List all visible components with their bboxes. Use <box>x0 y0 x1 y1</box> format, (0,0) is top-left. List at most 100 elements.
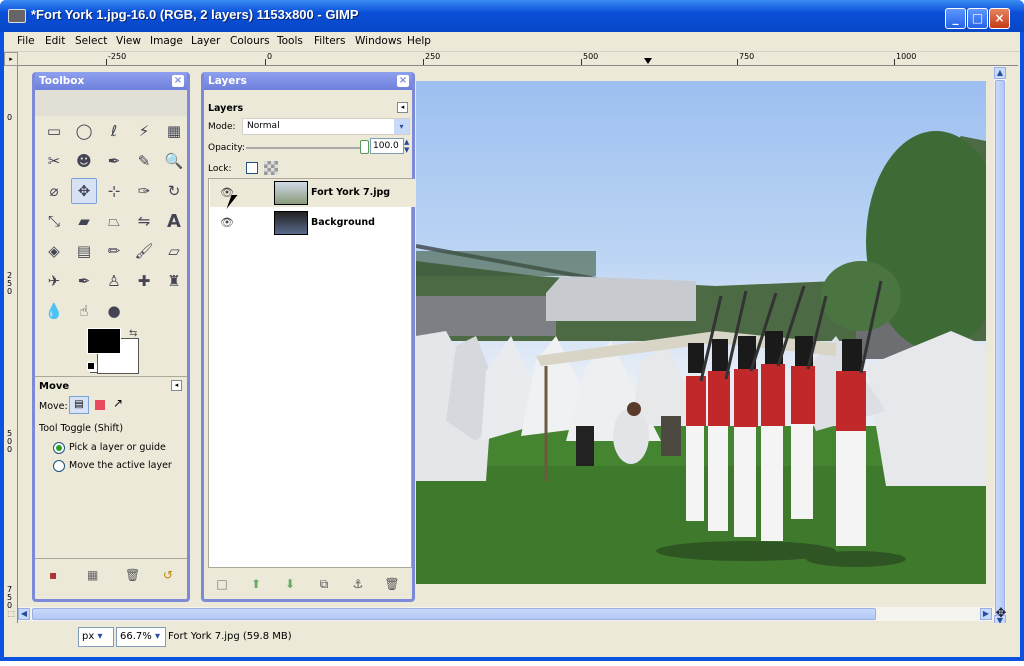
minimize-button[interactable]: _ <box>945 8 966 29</box>
opacity-slider-track[interactable] <box>246 147 364 149</box>
crop-icon[interactable]: ✑ <box>131 178 157 204</box>
navigate-icon[interactable]: ✥ <box>994 607 1008 621</box>
vertical-scroll-thumb[interactable] <box>995 80 1005 615</box>
image-canvas[interactable] <box>416 81 986 584</box>
scroll-left-icon[interactable]: ◀ <box>18 608 30 620</box>
default-colors-icon[interactable] <box>87 362 95 370</box>
layers-button-bar: □ ⬆ ⬇ ⧉ ⚓ 🗑 <box>204 570 412 600</box>
menu-select[interactable]: Select <box>75 35 107 47</box>
paths-icon[interactable]: ✒ <box>101 148 127 174</box>
flip-icon[interactable]: ⇋ <box>131 208 157 234</box>
foreground-select-icon[interactable]: ☻ <box>71 148 97 174</box>
swap-colors-icon[interactable]: ⇆ <box>129 328 137 339</box>
layer-name[interactable]: Background <box>311 217 375 228</box>
pick-layer-radio[interactable] <box>53 442 65 454</box>
delete-options-icon[interactable]: 🗑 <box>125 568 140 582</box>
menu-tools[interactable]: Tools <box>277 35 303 47</box>
blend-icon[interactable]: ▤ <box>71 238 97 264</box>
airbrush-icon[interactable]: ✈ <box>41 268 67 294</box>
dodge-burn-icon[interactable]: ● <box>101 298 127 324</box>
menu-layer[interactable]: Layer <box>191 35 220 47</box>
save-options-icon[interactable]: ▪ <box>49 568 57 582</box>
eraser-icon[interactable]: ▱ <box>161 238 187 264</box>
opacity-slider-thumb[interactable] <box>360 140 369 154</box>
layers-dock: Layers × Layers ◂ Mode: Normal ▾ Opacity… <box>201 72 416 602</box>
bucket-fill-icon[interactable]: ◈ <box>41 238 67 264</box>
new-layer-icon[interactable]: □ <box>214 577 230 593</box>
zoom-fit-icon[interactable]: ⬚ <box>4 607 18 621</box>
scroll-right-icon[interactable]: ▶ <box>980 608 992 620</box>
menu-view[interactable]: View <box>116 35 141 47</box>
heal-icon[interactable]: ✚ <box>131 268 157 294</box>
eye-icon[interactable]: 👁 <box>220 216 234 229</box>
layers-list[interactable]: 👁 Fort York 7.jpg 👁 Background <box>208 178 416 568</box>
mode-value: Normal <box>247 121 280 131</box>
tool-options-menu-icon[interactable]: ◂ <box>171 380 182 391</box>
lasso-icon[interactable]: ℓ <box>101 118 127 144</box>
menu-image[interactable]: Image <box>150 35 183 47</box>
rotate-icon[interactable]: ↻ <box>161 178 187 204</box>
perspective-clone-icon[interactable]: ♜ <box>161 268 187 294</box>
opacity-input[interactable]: 100.0 <box>370 138 404 154</box>
lower-layer-icon[interactable]: ⬇ <box>282 577 298 593</box>
ellipse-select-icon[interactable]: ◯ <box>71 118 97 144</box>
color-picker-icon[interactable]: ✎ <box>131 148 157 174</box>
color-select-icon[interactable]: ▦ <box>161 118 187 144</box>
menu-help[interactable]: Help <box>407 35 431 47</box>
move-active-layer-radio[interactable] <box>53 460 65 472</box>
close-button[interactable]: × <box>989 8 1010 29</box>
perspective-icon[interactable]: ⏢ <box>101 208 127 234</box>
measure-icon[interactable]: ⌀ <box>41 178 67 204</box>
layer-row-background[interactable]: 👁 Background <box>210 209 416 237</box>
opacity-spin-icon[interactable]: ▲ ▼ <box>404 138 409 154</box>
align-icon[interactable]: ⊹ <box>101 178 127 204</box>
restore-options-icon[interactable]: ▦ <box>87 568 98 582</box>
menu-file[interactable]: File <box>17 35 35 47</box>
layer-row-fort-york[interactable]: 👁 Fort York 7.jpg <box>210 179 416 207</box>
toolbox-close-icon[interactable]: × <box>172 75 184 87</box>
pencil-icon[interactable]: ✏ <box>101 238 127 264</box>
raise-layer-icon[interactable]: ⬆ <box>248 577 264 593</box>
menu-filters[interactable]: Filters <box>314 35 345 47</box>
unit-select[interactable]: px ▾ <box>78 627 114 647</box>
text-icon[interactable]: A <box>161 208 187 234</box>
zoom-select[interactable]: 66.7% ▾ <box>116 627 166 647</box>
scale-icon[interactable]: ⤡ <box>41 208 67 234</box>
move-layer-mode-icon[interactable]: ▤ <box>69 396 89 414</box>
opacity-label: Opacity: <box>208 143 245 153</box>
ruler-tick: 500 <box>7 429 13 454</box>
layers-close-icon[interactable]: × <box>397 75 409 87</box>
rect-select-icon[interactable]: ▭ <box>41 118 67 144</box>
magic-wand-icon[interactable]: ⚡ <box>131 118 157 144</box>
move-selection-mode-icon[interactable] <box>95 400 105 410</box>
lock-alpha-checkbox[interactable] <box>246 162 258 174</box>
horizontal-scroll-thumb[interactable] <box>32 608 876 620</box>
foreground-color-swatch[interactable] <box>87 328 121 354</box>
menu-edit[interactable]: Edit <box>45 35 65 47</box>
clone-icon[interactable]: ♙ <box>101 268 127 294</box>
delete-layer-icon[interactable]: 🗑 <box>384 577 400 593</box>
quick-mask-toggle[interactable]: ▸ <box>4 52 18 66</box>
scissors-icon[interactable]: ✂ <box>41 148 67 174</box>
maximize-button[interactable]: □ <box>967 8 988 29</box>
anchor-layer-icon[interactable]: ⚓ <box>350 577 366 593</box>
vertical-scrollbar[interactable]: ▲ ▼ <box>994 66 1006 627</box>
move-path-mode-icon[interactable]: ↗ <box>113 396 123 410</box>
layers-title: Layers <box>208 75 247 87</box>
scroll-up-icon[interactable]: ▲ <box>994 67 1006 79</box>
layers-menu-icon[interactable]: ◂ <box>397 102 408 113</box>
mode-select[interactable]: Normal ▾ <box>242 118 410 135</box>
move-icon[interactable]: ✥ <box>71 178 97 204</box>
blur-icon[interactable]: 💧 <box>41 298 67 324</box>
menu-colours[interactable]: Colours <box>230 35 270 47</box>
shear-icon[interactable]: ▰ <box>71 208 97 234</box>
ink-icon[interactable]: ✒ <box>71 268 97 294</box>
smudge-icon[interactable]: ☝ <box>71 298 97 324</box>
paintbrush-icon[interactable]: 🖌 <box>131 238 157 264</box>
reset-options-icon[interactable]: ↺ <box>163 568 173 582</box>
horizontal-scrollbar[interactable]: ◀ ▶ <box>18 607 994 621</box>
layer-name[interactable]: Fort York 7.jpg <box>311 187 390 198</box>
menu-windows[interactable]: Windows <box>355 35 402 47</box>
duplicate-layer-icon[interactable]: ⧉ <box>316 577 332 593</box>
zoom-icon[interactable]: 🔍 <box>161 148 187 174</box>
